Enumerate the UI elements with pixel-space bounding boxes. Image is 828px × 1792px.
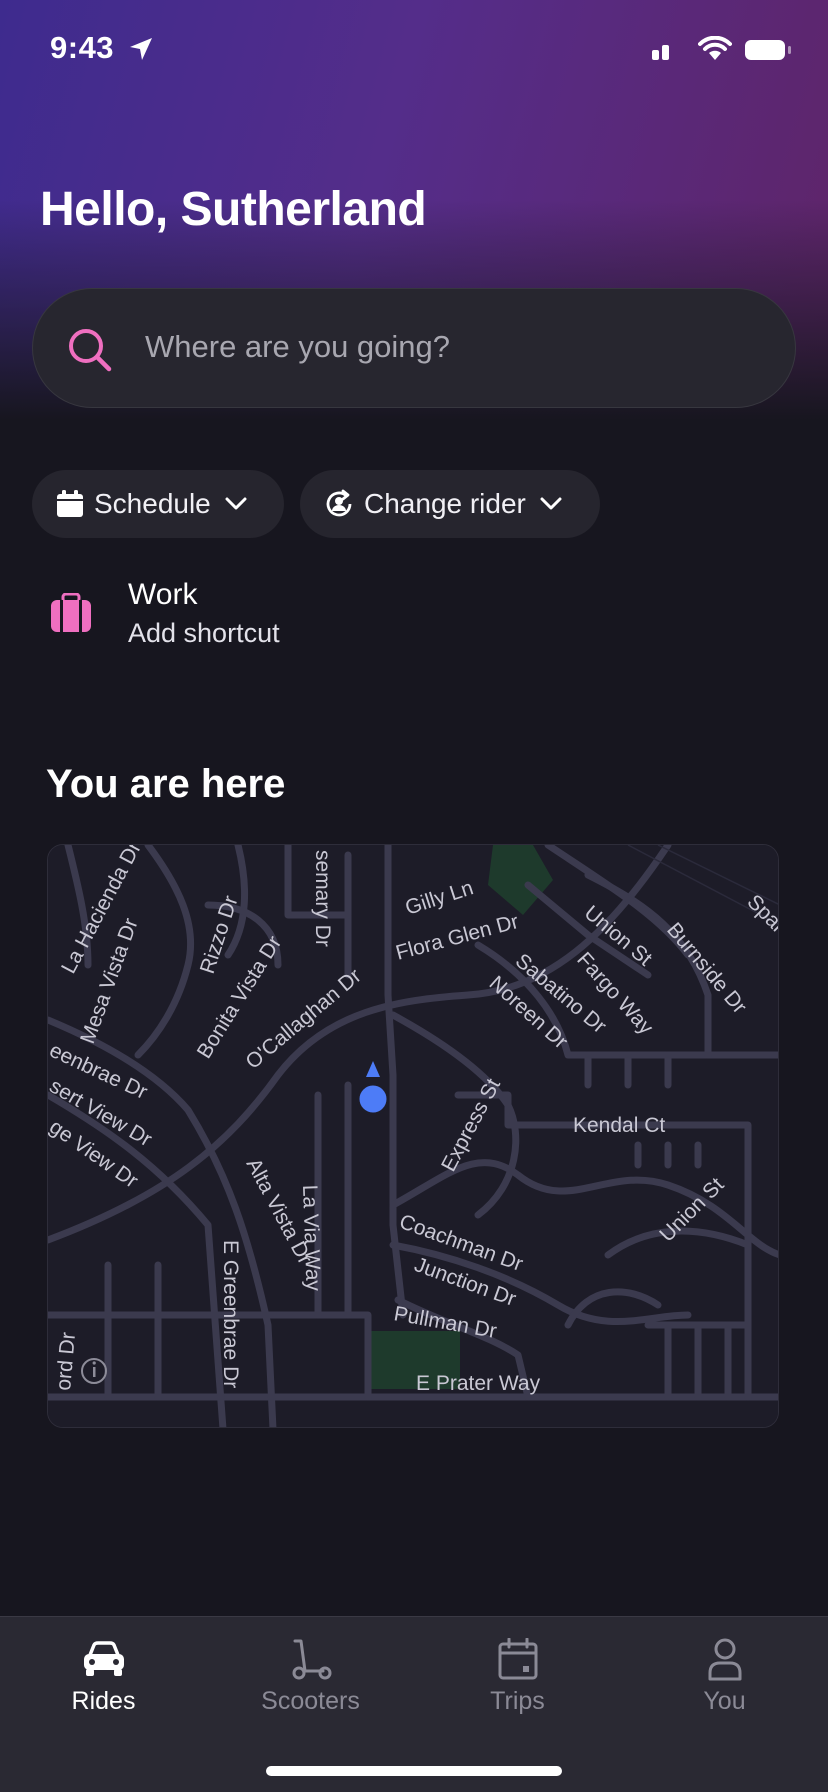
battery-icon — [745, 40, 791, 60]
user-icon — [707, 1635, 743, 1683]
map-street-label: semary Dr — [311, 850, 334, 947]
rider-swap-icon — [324, 489, 354, 519]
map-street-label: La Via Way — [298, 1184, 325, 1291]
you-are-here-title: You are here — [46, 762, 286, 806]
map-canvas: La Hacienda Dr Mesa Vista Dr Rizzo Dr Bo… — [48, 845, 778, 1427]
status-time: 9:43 — [50, 30, 115, 65]
location-arrow-icon — [130, 38, 152, 60]
status-bar: 9:43 — [0, 0, 828, 100]
current-location-dot — [356, 1082, 390, 1116]
location-map[interactable]: La Hacienda Dr Mesa Vista Dr Rizzo Dr Bo… — [47, 844, 779, 1428]
tab-rides-label: Rides — [71, 1687, 136, 1715]
wifi-icon — [698, 36, 732, 60]
change-rider-label: Change rider — [364, 488, 526, 519]
tab-rides[interactable]: Rides — [0, 1617, 207, 1727]
home-indicator[interactable] — [266, 1766, 562, 1776]
tab-trips[interactable]: Trips — [414, 1617, 621, 1727]
map-street-label: E Greenbrae Dr — [219, 1240, 242, 1388]
add-shortcut-link[interactable]: Add shortcut — [128, 618, 280, 649]
scooter-icon — [289, 1635, 333, 1683]
tab-you[interactable]: You — [621, 1617, 828, 1727]
schedule-label: Schedule — [94, 488, 211, 519]
tab-scooters-label: Scooters — [261, 1687, 360, 1715]
tab-scooters[interactable]: Scooters — [207, 1617, 414, 1727]
calendar-icon — [498, 1635, 538, 1683]
destination-search-bar[interactable]: Where are you going? — [32, 288, 796, 408]
map-street-label: Kendal Ct — [573, 1114, 665, 1137]
tab-you-label: You — [703, 1687, 746, 1715]
search-placeholder: Where are you going? — [145, 329, 451, 364]
chevron-down-icon — [540, 497, 562, 511]
briefcase-icon — [51, 593, 91, 632]
search-icon — [69, 329, 112, 372]
greeting-title: Hello, Sutherland — [40, 183, 427, 236]
cellular-signal-icon — [652, 45, 669, 60]
schedule-chip[interactable]: Schedule — [32, 470, 284, 538]
calendar-icon — [56, 490, 84, 518]
car-icon — [82, 1635, 126, 1683]
change-rider-chip[interactable]: Change rider — [300, 470, 600, 538]
tab-trips-label: Trips — [490, 1687, 545, 1715]
map-street-label: E Prater Way — [416, 1372, 541, 1395]
shortcut-work-title[interactable]: Work — [128, 578, 197, 612]
chevron-down-icon — [225, 497, 247, 511]
